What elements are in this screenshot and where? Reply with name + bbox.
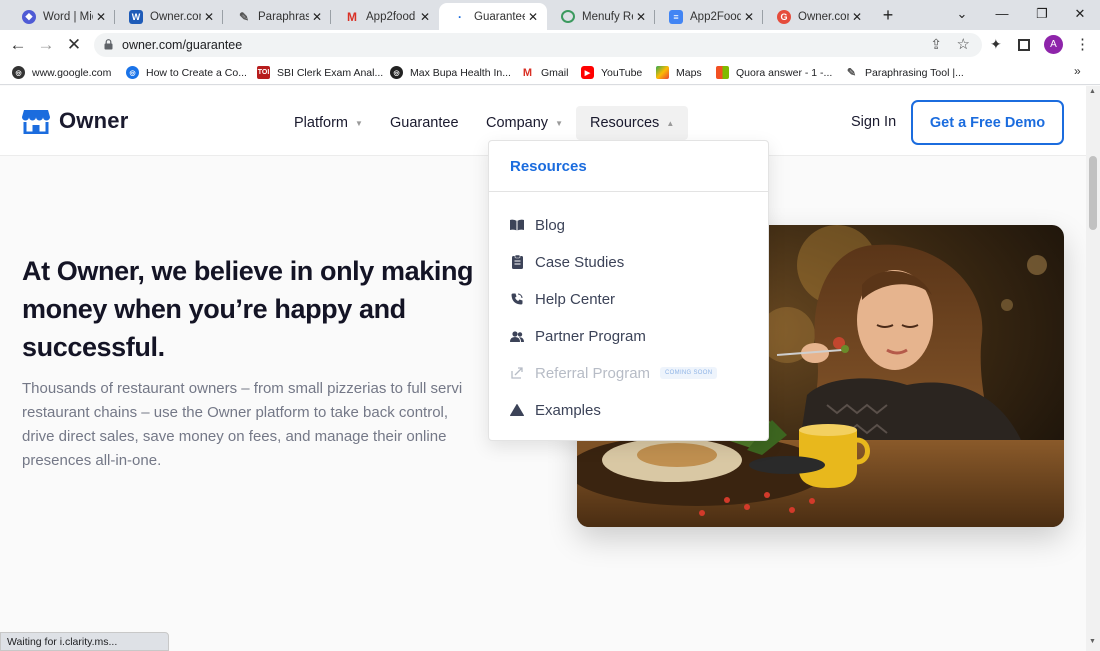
share-icon[interactable]: ⇪ xyxy=(930,36,942,53)
stop-loading-button[interactable]: ✕ xyxy=(62,34,86,56)
clipboard-icon xyxy=(510,255,524,269)
lock-icon[interactable] xyxy=(104,39,113,50)
extensions-puzzle-icon[interactable]: ✦ xyxy=(990,36,1002,53)
browser-tab[interactable]: W Owner.com ✕ xyxy=(115,3,223,30)
tab-search-chevron-icon[interactable]: ⌄ xyxy=(942,0,982,30)
browser-tab[interactable]: Menufy Res ✕ xyxy=(547,3,655,30)
browser-tab[interactable]: M App2food ✕ xyxy=(331,3,439,30)
url-text[interactable]: owner.com/guarantee xyxy=(122,38,242,52)
browser-tab[interactable]: G Owner.com ✕ xyxy=(763,3,871,30)
close-tab-icon[interactable]: ✕ xyxy=(93,10,109,24)
browser-toolbar: ← → ✕ owner.com/guarantee ⇪ ☆ ✦ A ⋮ xyxy=(0,30,1100,60)
triangle-icon xyxy=(510,403,524,417)
bookmark-star-icon[interactable]: ☆ xyxy=(957,35,970,53)
gmail-icon: M xyxy=(347,9,357,24)
scrollbar-thumb[interactable] xyxy=(1089,156,1097,230)
forward-button[interactable]: → xyxy=(34,34,58,56)
bookmark-item[interactable]: M Gmail xyxy=(521,64,569,81)
bookmark-item[interactable]: Quora answer - 1 -... xyxy=(716,64,832,81)
book-icon xyxy=(510,218,524,232)
bookmark-item[interactable]: ▶ YouTube xyxy=(581,64,642,81)
close-tab-icon[interactable]: ✕ xyxy=(525,10,541,24)
menu-item-referral-program: Referral Program COMING SOON xyxy=(510,362,718,384)
more-bookmarks-icon[interactable]: » xyxy=(1074,64,1081,78)
docs-icon: ≡ xyxy=(669,9,683,24)
browser-tab[interactable]: ≡ App2Food ✕ xyxy=(655,3,763,30)
quill-icon: ✎ xyxy=(238,9,250,24)
quill-icon: ✎ xyxy=(846,67,857,79)
bookmark-item[interactable]: TOI SBI Clerk Exam Anal... xyxy=(257,64,383,81)
nav-company[interactable]: Company ▼ xyxy=(486,106,563,140)
coming-soon-badge: COMING SOON xyxy=(660,367,718,379)
storefront-icon xyxy=(22,110,50,134)
browser-tab[interactable]: ◆ Word | Micr ✕ xyxy=(8,3,115,30)
toi-icon: TOI xyxy=(257,66,270,79)
restore-button[interactable]: ❐ xyxy=(1022,0,1062,30)
sign-in-link[interactable]: Sign In xyxy=(851,114,896,130)
resources-dropdown: Resources Blog Case Studies Help Center … xyxy=(488,140,769,441)
bookmark-item[interactable]: ◎ www.google.com xyxy=(12,64,111,81)
web-page: Owner Platform ▼ Guarantee Company ▼ Resou… xyxy=(0,86,1086,651)
new-tab-button[interactable]: + xyxy=(876,4,900,26)
hero-subtitle: Thousands of restaurant owners – from sm… xyxy=(22,380,463,469)
browser-menu-icon[interactable]: ⋮ xyxy=(1075,35,1090,53)
nav-guarantee[interactable]: Guarantee xyxy=(390,106,459,140)
bookmarks-bar: ◎ www.google.com ◎ How to Create a Co...… xyxy=(0,60,1100,85)
bookmark-item[interactable]: ✎ Paraphrasing Tool |... xyxy=(845,64,964,81)
address-bar[interactable]: owner.com/guarantee ⇪ ☆ xyxy=(94,33,982,57)
globe-icon: ◎ xyxy=(390,66,403,79)
caret-down-icon: ▼ xyxy=(555,118,563,128)
globe-icon: ◎ xyxy=(126,66,139,79)
dropdown-header: Resources xyxy=(489,141,768,192)
loading-icon: · xyxy=(458,9,462,24)
side-panel-icon[interactable] xyxy=(1018,39,1030,51)
close-tab-icon[interactable]: ✕ xyxy=(201,10,217,24)
brand-name: Owner xyxy=(59,108,129,133)
word-doc-icon: W xyxy=(129,9,143,24)
menu-item-partner-program[interactable]: Partner Program xyxy=(510,325,646,347)
scroll-down-arrow-icon[interactable]: ▼ xyxy=(1089,638,1096,645)
microsoft-icon xyxy=(716,66,729,79)
back-button[interactable]: ← xyxy=(6,34,30,56)
loading-status: Waiting for i.clarity.ms... xyxy=(0,632,169,651)
grammarly-icon: G xyxy=(777,9,791,24)
maps-icon xyxy=(656,66,669,79)
scroll-up-arrow-icon[interactable]: ▲ xyxy=(1089,88,1096,95)
users-icon xyxy=(510,329,524,343)
menufy-icon xyxy=(561,10,575,23)
menu-item-help-center[interactable]: Help Center xyxy=(510,288,615,310)
nav-platform[interactable]: Platform ▼ xyxy=(294,106,363,140)
close-tab-icon[interactable]: ✕ xyxy=(417,10,433,24)
bookmark-item[interactable]: ◎ How to Create a Co... xyxy=(126,64,247,81)
browser-tab[interactable]: ✎ Paraphrasin ✕ xyxy=(223,3,331,30)
page-scrollbar[interactable]: ▲ ▼ xyxy=(1086,86,1100,651)
site-logo[interactable]: Owner xyxy=(22,108,128,134)
get-free-demo-button[interactable]: Get a Free Demo xyxy=(911,100,1064,145)
bookmark-item[interactable]: ◎ Max Bupa Health In... xyxy=(390,64,511,81)
close-tab-icon[interactable]: ✕ xyxy=(309,10,325,24)
close-tab-icon[interactable]: ✕ xyxy=(633,10,649,24)
menu-item-case-studies[interactable]: Case Studies xyxy=(510,251,624,273)
globe-icon: ◎ xyxy=(12,66,25,79)
close-tab-icon[interactable]: ✕ xyxy=(741,10,757,24)
gmail-icon: M xyxy=(522,66,533,79)
menu-item-blog[interactable]: Blog xyxy=(510,214,565,236)
bookmark-item[interactable]: Maps xyxy=(656,64,702,81)
menu-item-examples[interactable]: Examples xyxy=(510,399,601,421)
phone-icon xyxy=(510,292,524,306)
share-arrow-icon xyxy=(510,366,524,380)
close-tab-icon[interactable]: ✕ xyxy=(849,10,865,24)
profile-avatar[interactable]: A xyxy=(1044,35,1063,54)
youtube-icon: ▶ xyxy=(581,66,594,79)
browser-tab-active[interactable]: · Guarantee | ✕ xyxy=(439,3,547,30)
dropdown-title[interactable]: Resources xyxy=(510,158,587,175)
hero-title: At Owner, we believe in only making mone… xyxy=(22,256,474,362)
caret-up-icon: ▲ xyxy=(666,118,675,128)
minimize-button[interactable]: — xyxy=(982,0,1022,30)
office-icon: ◆ xyxy=(22,9,36,24)
caret-down-icon: ▼ xyxy=(355,118,363,128)
close-window-button[interactable]: ✕ xyxy=(1060,0,1100,30)
tab-strip: ◆ Word | Micr ✕ W Owner.com ✕ ✎ Paraphra… xyxy=(0,0,1100,30)
nav-resources[interactable]: Resources ▲ xyxy=(576,106,689,140)
